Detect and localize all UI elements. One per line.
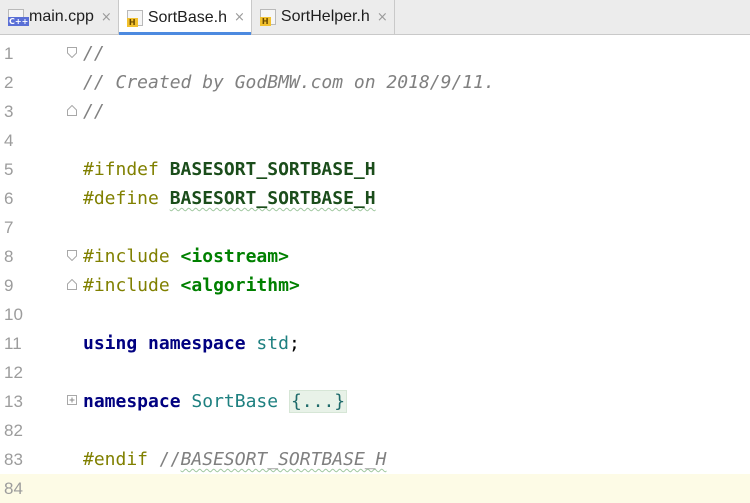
current-code-line[interactable]: 84 — [0, 474, 750, 503]
code-line[interactable]: 4 — [0, 126, 750, 155]
tab-label: SortBase.h — [147, 8, 227, 26]
line-number: 10 — [4, 305, 23, 324]
fold-start-icon[interactable] — [67, 250, 77, 261]
fold-start-icon[interactable] — [67, 47, 77, 58]
line-number: 3 — [4, 102, 14, 121]
close-icon[interactable]: × — [101, 10, 112, 25]
code-line[interactable]: 11 using namespace std; — [0, 329, 750, 358]
line-number: 9 — [4, 276, 14, 295]
tab-label: main.cpp — [29, 8, 94, 25]
editor-tab-bar: C++ main.cpp × H SortBase.h × H SortHelp… — [0, 0, 750, 35]
code-line[interactable]: 12 — [0, 358, 750, 387]
fold-end-icon[interactable] — [67, 279, 77, 290]
line-number: 13 — [4, 392, 23, 411]
tab-sortbase-h[interactable]: H SortBase.h × — [118, 0, 252, 35]
code-line[interactable]: 6 #define BASESORT_SORTBASE_H — [0, 184, 750, 213]
line-number: 8 — [4, 247, 14, 266]
header-file-icon: H — [259, 9, 276, 26]
folded-block[interactable]: {...} — [288, 390, 348, 413]
line-number: 1 — [4, 44, 14, 63]
code-text: #ifndef BASESORT_SORTBASE_H — [83, 159, 376, 180]
code-text: #include <algorithm> — [83, 275, 300, 296]
code-line[interactable]: 9 #include <algorithm> — [0, 271, 750, 300]
code-line[interactable]: 3 // — [0, 97, 750, 126]
code-line[interactable]: 82 — [0, 416, 750, 445]
code-line[interactable]: 1 // — [0, 39, 750, 68]
line-number: 12 — [4, 363, 23, 382]
close-icon[interactable]: × — [234, 10, 245, 25]
close-icon[interactable]: × — [377, 10, 388, 25]
code-editor[interactable]: 1 // 2 // Created by GodBMW.com on 2018/… — [0, 35, 750, 503]
code-line[interactable]: 83 #endif //BASESORT_SORTBASE_H — [0, 445, 750, 474]
header-file-icon: H — [126, 9, 143, 27]
line-number: 7 — [4, 218, 14, 237]
code-line[interactable]: 8 #include <iostream> — [0, 242, 750, 271]
code-line[interactable]: 5 #ifndef BASESORT_SORTBASE_H — [0, 155, 750, 184]
tab-label: SortHelper.h — [280, 8, 370, 25]
code-text: #include <iostream> — [83, 246, 289, 267]
code-text: namespace SortBase {...} — [83, 390, 348, 413]
fold-collapsed-icon[interactable] — [67, 395, 77, 406]
code-text: #define BASESORT_SORTBASE_H — [83, 188, 376, 209]
code-text: // — [83, 101, 105, 122]
line-number: 5 — [4, 160, 14, 179]
line-number: 4 — [4, 131, 14, 150]
cpp-file-icon: C++ — [8, 9, 30, 26]
code-line[interactable]: 2 // Created by GodBMW.com on 2018/9/11. — [0, 68, 750, 97]
line-number: 82 — [4, 421, 23, 440]
tab-main-cpp[interactable]: C++ main.cpp × — [0, 0, 119, 34]
line-number: 2 — [4, 73, 14, 92]
fold-end-icon[interactable] — [67, 105, 77, 116]
line-number: 6 — [4, 189, 14, 208]
line-number: 83 — [4, 450, 23, 469]
code-text: // — [83, 43, 105, 64]
code-line[interactable]: 7 — [0, 213, 750, 242]
code-text: #endif //BASESORT_SORTBASE_H — [83, 449, 387, 470]
line-number: 11 — [4, 334, 22, 353]
code-text: using namespace std; — [83, 333, 300, 354]
code-line[interactable]: 13 namespace SortBase {...} — [0, 387, 750, 416]
code-line[interactable]: 10 — [0, 300, 750, 329]
code-text: // Created by GodBMW.com on 2018/9/11. — [83, 72, 495, 93]
line-number: 84 — [4, 479, 23, 498]
tab-sorthelper-h[interactable]: H SortHelper.h × — [252, 0, 395, 34]
